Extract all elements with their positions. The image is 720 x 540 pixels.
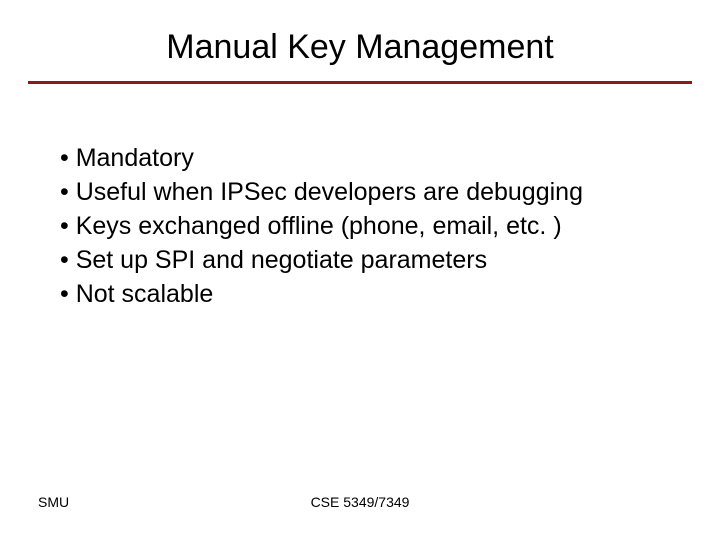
slide-title: Manual Key Management <box>0 0 720 77</box>
bullet-list: Mandatory Useful when IPSec developers a… <box>60 142 670 310</box>
list-item: Set up SPI and negotiate parameters <box>60 244 670 276</box>
list-item: Keys exchanged offline (phone, email, et… <box>60 210 670 242</box>
list-item: Mandatory <box>60 142 670 174</box>
list-item: Not scalable <box>60 278 670 310</box>
list-item: Useful when IPSec developers are debuggi… <box>60 176 670 208</box>
slide: Manual Key Management Mandatory Useful w… <box>0 0 720 540</box>
footer-center: CSE 5349/7349 <box>311 494 410 510</box>
footer-left: SMU <box>38 494 69 510</box>
title-underline <box>28 81 692 84</box>
